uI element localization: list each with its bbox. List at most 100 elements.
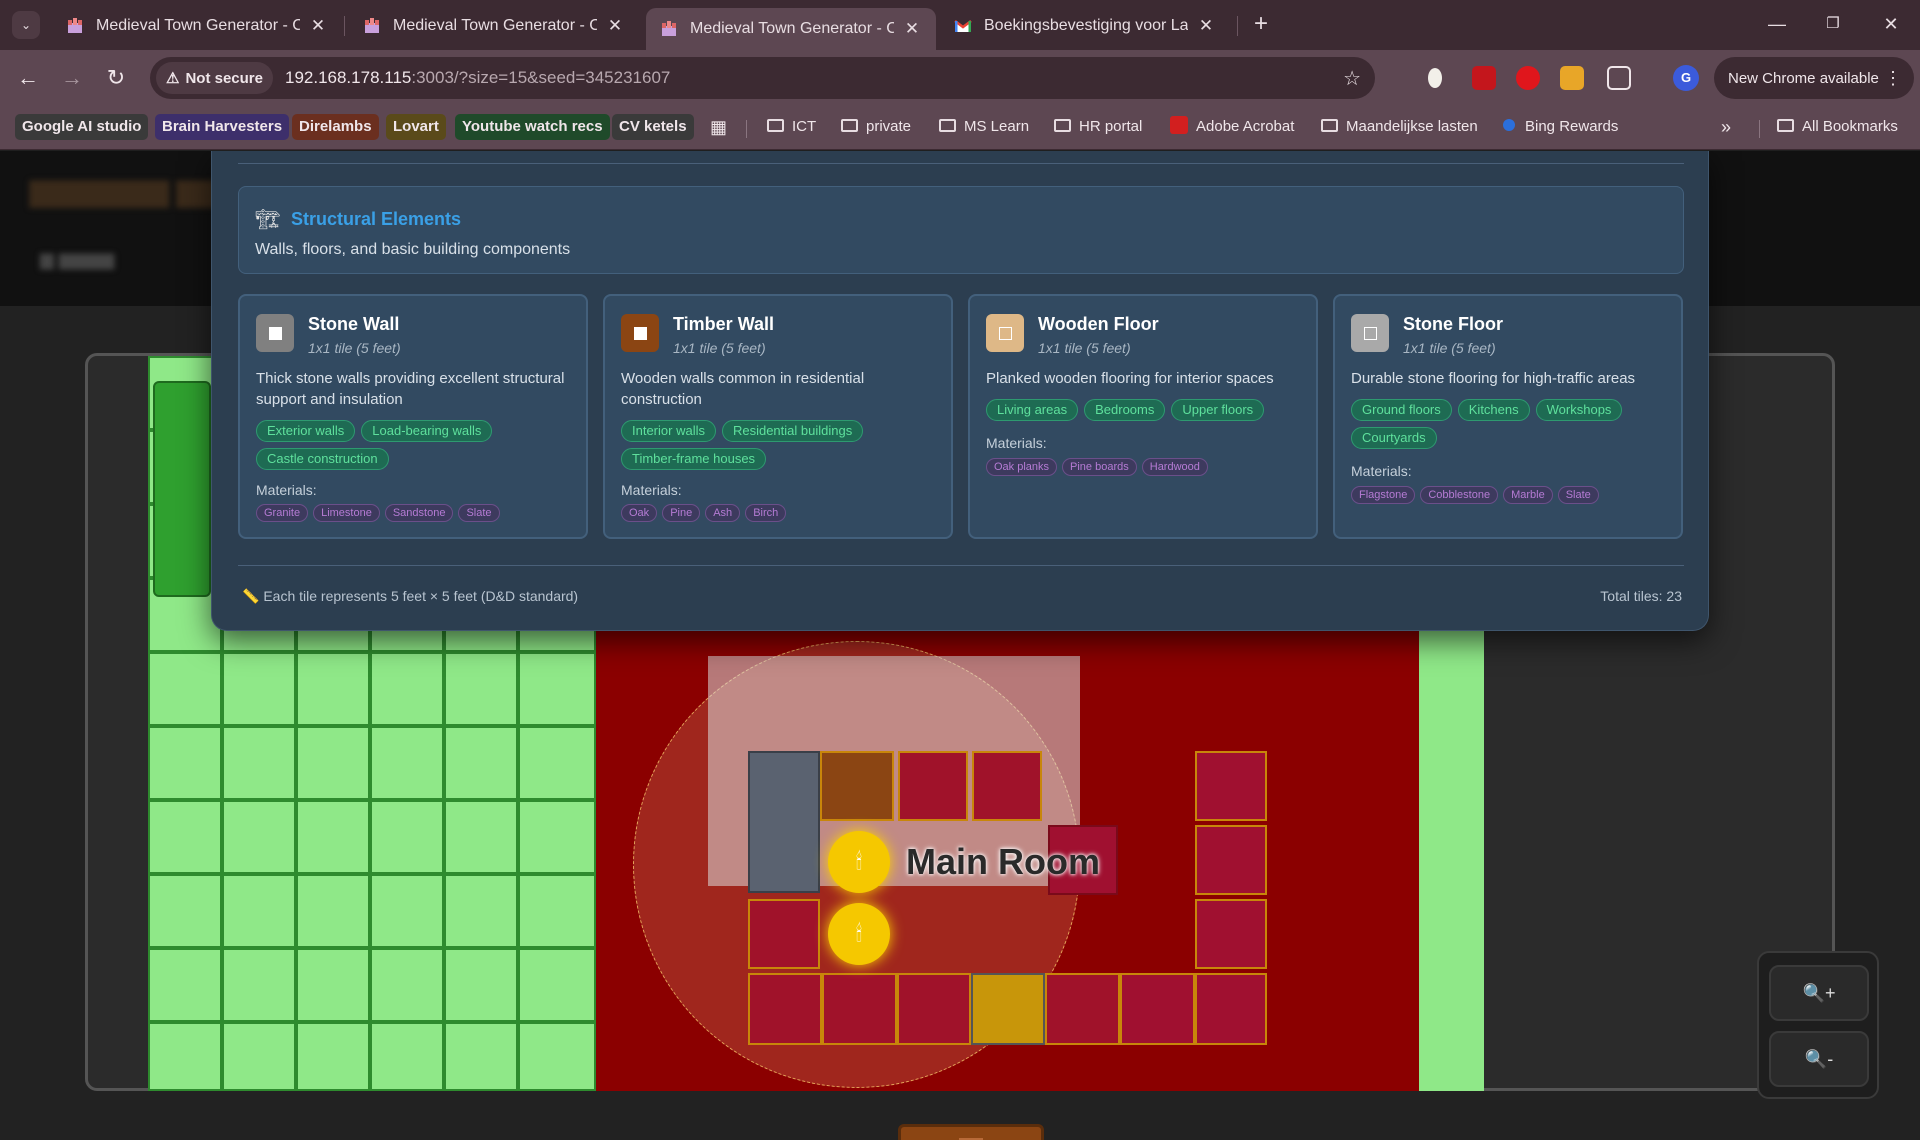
wall-tile[interactable] [1045, 973, 1120, 1045]
grass-tile[interactable] [518, 948, 596, 1022]
bookmark-direlambs[interactable]: Direlambs [292, 114, 379, 140]
grass-tile[interactable] [222, 874, 296, 948]
wall-tile[interactable] [1195, 751, 1267, 821]
zoom-out-button[interactable]: 🔍- [1769, 1031, 1869, 1087]
wall-tile[interactable] [822, 973, 897, 1045]
wall-tile[interactable] [1195, 825, 1267, 895]
grass-tile[interactable] [518, 726, 596, 800]
grass-tile[interactable] [518, 652, 596, 726]
candle-icon[interactable]: 🕯 [828, 831, 890, 893]
candle-icon[interactable]: 🕯 [828, 903, 890, 965]
gold-floor-tile[interactable] [971, 973, 1045, 1045]
bookmark-brain-harvesters[interactable]: Brain Harvesters [155, 114, 290, 140]
grass-tile[interactable] [296, 726, 370, 800]
minimize-icon[interactable]: — [1752, 8, 1802, 40]
wall-tile[interactable] [1120, 973, 1195, 1045]
stone-wall-tile[interactable] [748, 751, 820, 893]
grass-tile[interactable] [222, 726, 296, 800]
tab-close-icon[interactable]: ✕ [902, 19, 922, 39]
grass-tile[interactable] [444, 800, 518, 874]
menu-kebab-icon[interactable]: ⋮ [1884, 68, 1902, 89]
tile-card-stone-wall[interactable]: Stone Wall 1x1 tile (5 feet) Thick stone… [238, 294, 588, 539]
tab-4[interactable]: Boekingsbevestiging voor Land ✕ [940, 8, 1230, 44]
grass-tile[interactable] [222, 800, 296, 874]
tab-close-icon[interactable]: ✕ [605, 16, 625, 36]
bookmark-folder-ms-learn[interactable]: MS Learn [932, 114, 1036, 140]
grass-tile[interactable] [370, 726, 444, 800]
wall-tile[interactable] [1195, 899, 1267, 969]
grass-tile[interactable] [444, 726, 518, 800]
bookmark-folder-ict[interactable]: ICT [760, 114, 823, 140]
grass-tile[interactable] [296, 874, 370, 948]
extension-adblock-icon[interactable] [1516, 66, 1540, 90]
bookmark-youtube-watch-recs[interactable]: Youtube watch recs [455, 114, 610, 140]
grass-tile[interactable] [444, 874, 518, 948]
apps-grid-icon[interactable]: ▦ [703, 114, 734, 140]
tab-close-icon[interactable]: ✕ [308, 16, 328, 36]
grass-tile[interactable] [148, 800, 222, 874]
extension-lastpass-icon[interactable] [1472, 66, 1496, 90]
tab-1[interactable]: Medieval Town Generator - Create ✕ [52, 8, 342, 44]
grass-tile[interactable] [222, 948, 296, 1022]
grass-tile[interactable] [148, 1022, 222, 1091]
address-bar[interactable]: ⚠ Not secure 192.168.178.115:3003/?size=… [150, 57, 1375, 99]
reload-icon[interactable]: ↻ [100, 62, 132, 94]
grass-tile[interactable] [370, 874, 444, 948]
chair-tile[interactable] [898, 751, 968, 821]
bookmark-folder-hr-portal[interactable]: HR portal [1047, 114, 1149, 140]
grass-tile[interactable] [370, 1022, 444, 1091]
url-text[interactable]: 192.168.178.115:3003/?size=15&seed=34523… [285, 68, 670, 88]
tile-card-timber-wall[interactable]: Timber Wall 1x1 tile (5 feet) Wooden wal… [603, 294, 953, 539]
tile-card-stone-floor[interactable]: Stone Floor 1x1 tile (5 feet) Durable st… [1333, 294, 1683, 539]
bookmark-folder-maandelijkse-lasten[interactable]: Maandelijkse lasten [1314, 114, 1485, 140]
tab-search-button[interactable]: ⌄ [12, 11, 40, 39]
bookmark-bing-rewards[interactable]: Bing Rewards [1496, 114, 1625, 140]
grass-tile[interactable] [370, 948, 444, 1022]
extension-medal-icon[interactable] [1560, 66, 1584, 90]
bookmark-lovart[interactable]: Lovart [386, 114, 446, 140]
tree-block[interactable] [153, 381, 211, 597]
wall-tile[interactable] [1195, 973, 1267, 1045]
door-icon[interactable] [898, 1124, 1044, 1140]
timber-tile[interactable] [820, 751, 894, 821]
grass-tile[interactable] [444, 1022, 518, 1091]
bookmark-star-icon[interactable]: ☆ [1343, 66, 1361, 91]
grass-tile[interactable] [296, 948, 370, 1022]
tile-card-wooden-floor[interactable]: Wooden Floor 1x1 tile (5 feet) Planked w… [968, 294, 1318, 539]
bookmark-adobe-acrobat[interactable]: Adobe Acrobat [1163, 114, 1301, 140]
grass-tile[interactable] [296, 1022, 370, 1091]
grass-tile[interactable] [518, 1022, 596, 1091]
grass-tile[interactable] [370, 652, 444, 726]
back-icon[interactable]: ← [12, 62, 44, 94]
grass-tile[interactable] [148, 948, 222, 1022]
grass-tile[interactable] [296, 652, 370, 726]
grass-tile[interactable] [222, 1022, 296, 1091]
all-bookmarks-folder[interactable]: All Bookmarks [1770, 114, 1905, 140]
bookmark-google-ai-studio[interactable]: Google AI studio [15, 114, 149, 140]
tab-2[interactable]: Medieval Town Generator - Create ✕ [349, 8, 639, 44]
grass-tile[interactable] [148, 874, 222, 948]
grass-tile[interactable] [148, 652, 222, 726]
zoom-in-button[interactable]: 🔍+ [1769, 965, 1869, 1021]
extension-icon[interactable] [1428, 68, 1442, 88]
more-bookmarks-icon[interactable]: » [1714, 114, 1738, 140]
new-tab-button[interactable]: + [1247, 11, 1275, 39]
wall-tile[interactable] [748, 973, 822, 1045]
tab-3-active[interactable]: Medieval Town Generator - Create ✕ [646, 8, 936, 50]
profile-avatar[interactable]: G [1673, 65, 1699, 91]
grass-tile[interactable] [518, 800, 596, 874]
wall-tile[interactable] [748, 899, 820, 969]
window-close-icon[interactable]: ✕ [1866, 8, 1916, 40]
grass-tile[interactable] [296, 800, 370, 874]
security-chip[interactable]: ⚠ Not secure [156, 62, 273, 94]
grass-tile[interactable] [222, 652, 296, 726]
grass-tile[interactable] [444, 948, 518, 1022]
extensions-puzzle-icon[interactable] [1607, 66, 1631, 90]
bookmark-cv-ketels[interactable]: CV ketels [612, 114, 694, 140]
grass-tile[interactable] [518, 874, 596, 948]
restore-icon[interactable]: ❐ [1808, 8, 1858, 40]
wall-tile[interactable] [897, 973, 971, 1045]
table-tile[interactable] [972, 751, 1042, 821]
grass-tile[interactable] [370, 800, 444, 874]
chrome-update-button[interactable]: New Chrome available ⋮ [1714, 57, 1914, 99]
